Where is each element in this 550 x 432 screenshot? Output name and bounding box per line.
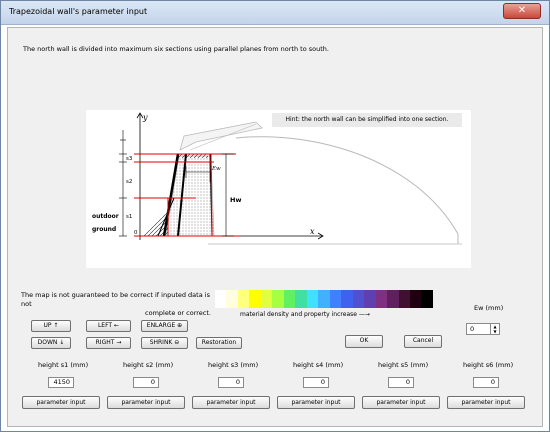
hw-label: Hw (230, 196, 241, 204)
height-s1-label: height s1 (mm) (38, 361, 89, 369)
ew-label: Ew (mm) (474, 304, 504, 312)
up-button[interactable]: UP ↑ (31, 320, 71, 332)
outdoor-label: outdoor (92, 213, 119, 220)
hatch-band-top (178, 154, 208, 158)
height-s2-input[interactable]: 0 (133, 377, 159, 388)
right-button[interactable]: RIGHT → (86, 337, 131, 349)
close-button[interactable]: ✕ (503, 3, 541, 19)
height-s1-input[interactable]: 4150 (48, 377, 74, 388)
shrink-button[interactable]: SHRINK ⊖ (141, 337, 188, 349)
color-swatch (306, 290, 319, 308)
ew-value[interactable]: 0 (470, 325, 474, 333)
parameter-input-button-s1[interactable]: parameter input (22, 396, 100, 409)
x-axis-label: x (310, 227, 315, 236)
height-s5-label: height s5 (mm) (378, 361, 429, 369)
height-s6-input[interactable]: 0 (473, 377, 499, 388)
color-swatch (237, 290, 250, 308)
color-swatch (318, 290, 330, 308)
window-title: Trapezoidal wall's parameter input (9, 7, 148, 16)
color-swatch (283, 290, 296, 308)
parameter-input-button-s5[interactable]: parameter input (362, 396, 440, 409)
s1-label: s1 (126, 214, 132, 220)
s2-label: s2 (126, 179, 132, 185)
color-swatch (272, 290, 284, 308)
wall-diagram: y x s3 s2 s1 outdoor ground 0 Ew Hw (86, 110, 471, 268)
color-swatch (398, 290, 410, 308)
color-swatch (249, 290, 261, 308)
restoration-button[interactable]: Restoration (196, 337, 242, 349)
left-button[interactable]: LEFT ← (86, 320, 131, 332)
density-color-bar (215, 290, 433, 308)
parameter-input-button-s3[interactable]: parameter input (192, 396, 270, 409)
color-swatch (409, 290, 422, 308)
wall-diagram-svg: y x s3 s2 s1 outdoor ground 0 Ew Hw (92, 112, 462, 245)
height-s3-label: height s3 (mm) (208, 361, 259, 369)
height-s4-label: height s4 (mm) (293, 361, 344, 369)
height-s5-input[interactable]: 0 (388, 377, 414, 388)
color-swatch (329, 290, 342, 308)
warning-line-1: The map is not guaranteed to be correct … (21, 291, 210, 308)
color-swatch (421, 290, 433, 308)
color-swatch (375, 290, 388, 308)
cancel-button[interactable]: Cancel (404, 335, 442, 348)
ew-diagram-label: Ew (211, 166, 221, 172)
enlarge-button[interactable]: ENLARGE ⊕ (141, 320, 188, 332)
height-s3-input[interactable]: 0 (218, 377, 244, 388)
outer-wall-layer (165, 155, 215, 237)
colorbar-label: material density and property increase —… (240, 311, 370, 318)
color-swatch (352, 290, 365, 308)
parameter-input-button-s4[interactable]: parameter input (277, 396, 355, 409)
down-button[interactable]: DOWN ↓ (31, 337, 71, 349)
y-axis-label: y (142, 113, 148, 122)
height-s4-input[interactable]: 0 (303, 377, 329, 388)
hint-box: Hint: the north wall can be simplified i… (272, 113, 462, 127)
title-bar[interactable]: Trapezoidal wall's parameter input ✕ (1, 1, 549, 25)
color-swatch (260, 290, 273, 308)
color-swatch (295, 290, 307, 308)
origin-label: 0 (134, 230, 138, 236)
description-text: The north wall is divided into maximum s… (23, 45, 329, 53)
parameter-input-button-s2[interactable]: parameter input (107, 396, 185, 409)
color-swatch (226, 290, 238, 308)
color-swatch (364, 290, 376, 308)
parameter-input-button-s6[interactable]: parameter input (447, 396, 525, 409)
color-swatch (341, 290, 353, 308)
warning-line-2: complete or correct. (145, 309, 211, 317)
warning-text: The map is not guaranteed to be correct … (21, 291, 221, 318)
ground-label: ground (92, 226, 116, 233)
spin-arrows-icon[interactable]: ▲ ▼ (490, 324, 499, 334)
height-s6-label: height s6 (mm) (463, 361, 514, 369)
ew-spinbox[interactable]: 0 ▲ ▼ (466, 323, 500, 335)
ok-button[interactable]: OK (345, 335, 383, 348)
color-swatch (387, 290, 399, 308)
roof-arc (235, 136, 459, 235)
s3-label: s3 (126, 156, 133, 162)
height-s2-label: height s2 (mm) (123, 361, 174, 369)
color-swatch (215, 290, 227, 308)
